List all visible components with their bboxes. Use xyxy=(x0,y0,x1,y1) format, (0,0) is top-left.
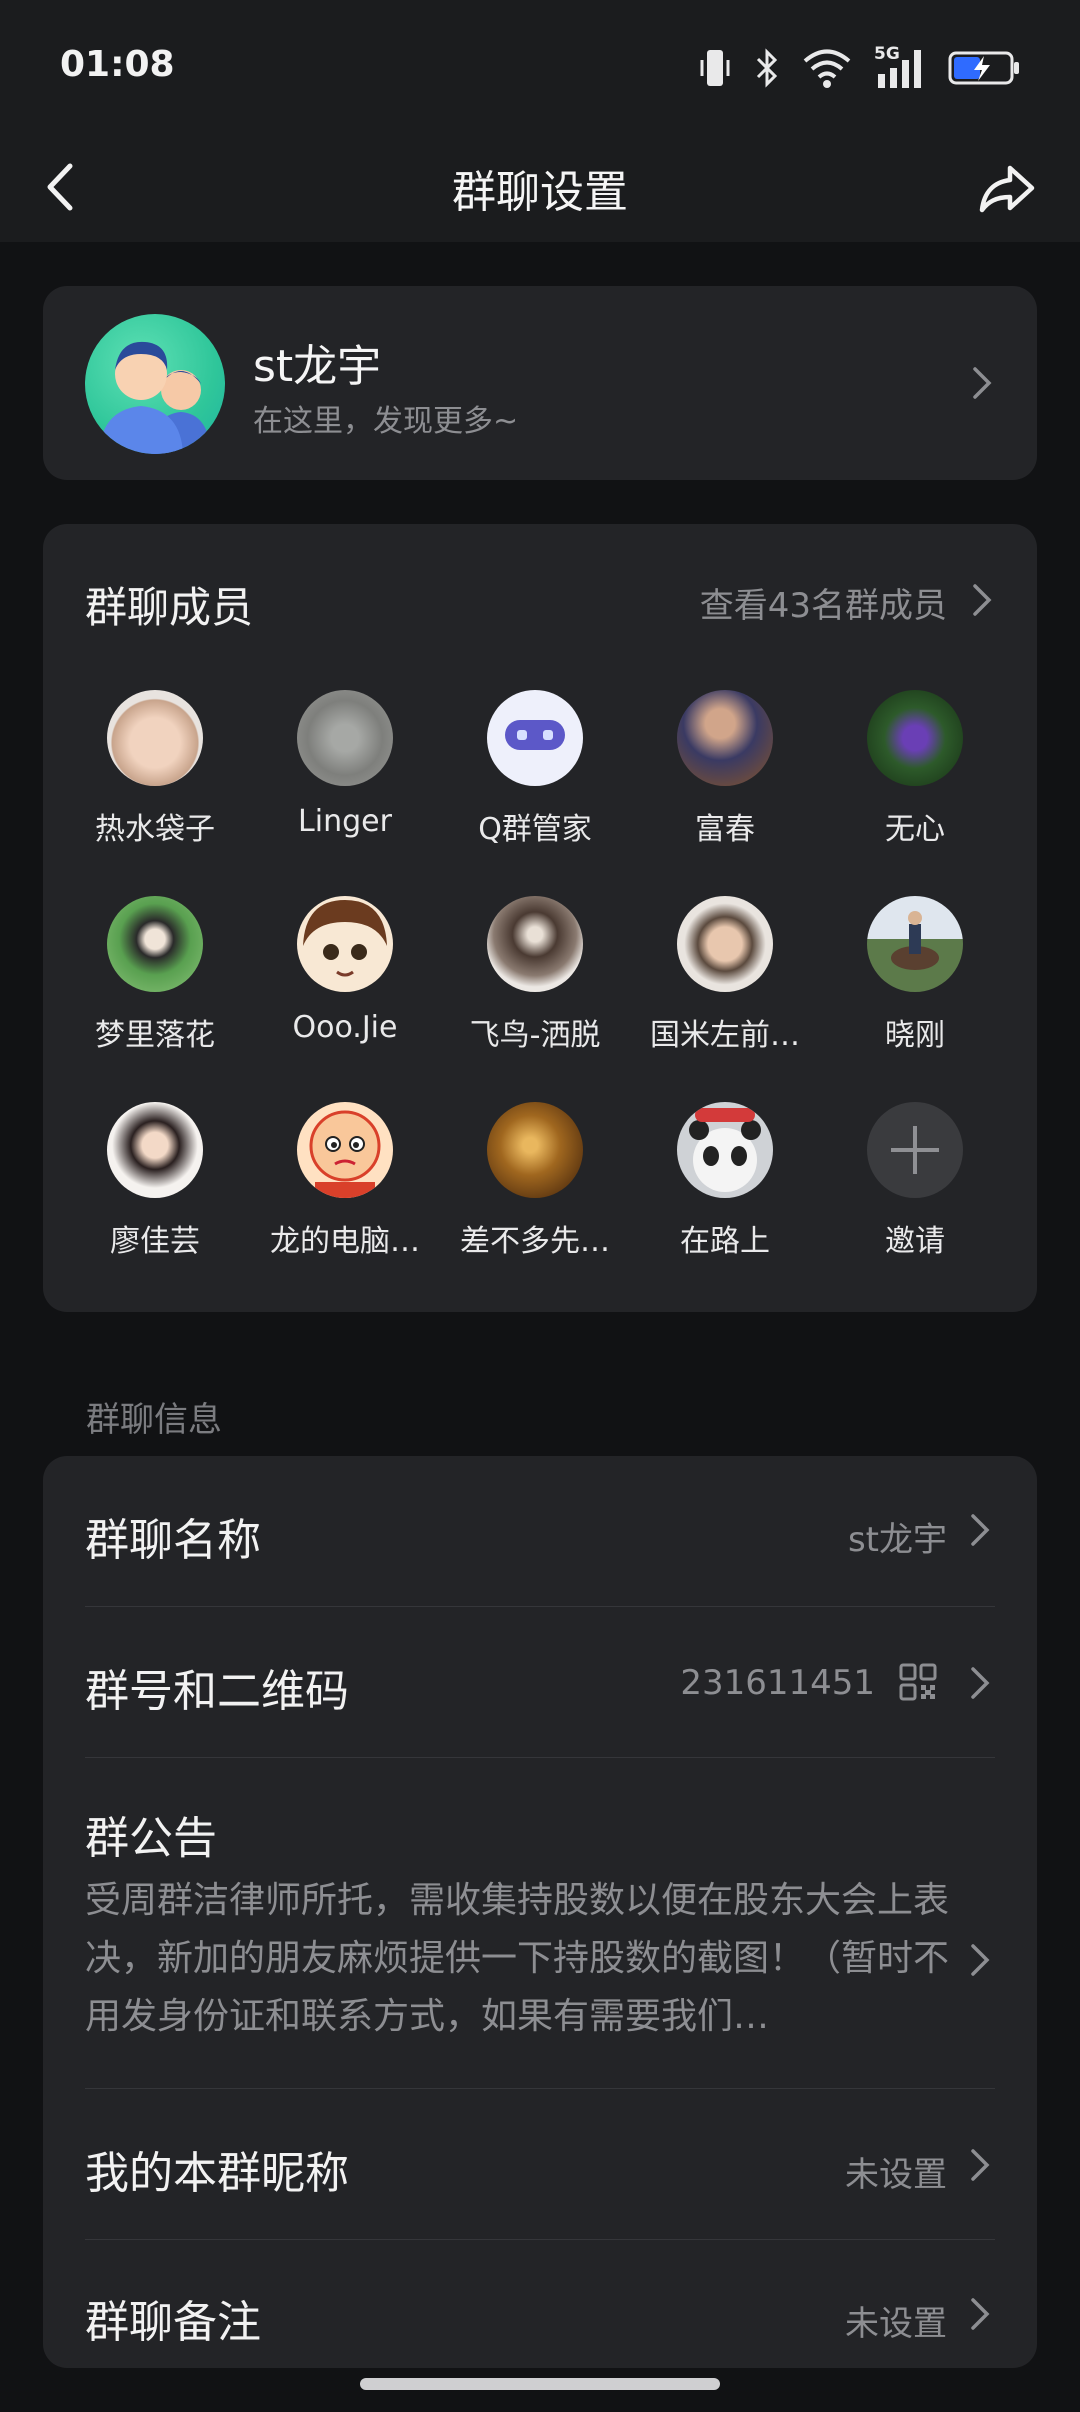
member-avatar xyxy=(107,690,203,786)
members-title: 群聊成员 xyxy=(85,583,254,632)
signal-5g-icon: 5G xyxy=(874,44,926,90)
member-name: 在路上 xyxy=(680,1224,770,1259)
member-item[interactable]: 热水袋子 xyxy=(60,690,250,848)
chevron-right-icon xyxy=(971,1944,990,1976)
member-avatar xyxy=(677,896,773,992)
member-name: 无心 xyxy=(885,812,945,847)
member-item[interactable]: 国米左前… xyxy=(630,896,820,1054)
group-id-row[interactable]: 群号和二维码 231611451 xyxy=(85,1607,995,1757)
group-name-value: st龙宇 xyxy=(847,1520,947,1560)
member-avatar xyxy=(297,896,393,992)
member-item[interactable]: 差不多先… xyxy=(440,1102,630,1260)
group-notice-label: 群公告 xyxy=(85,1813,217,1864)
battery-charging-icon xyxy=(948,51,1019,85)
status-icons: 5G xyxy=(698,44,1020,90)
member-item[interactable]: 富春 xyxy=(630,690,820,848)
qr-code-icon xyxy=(899,1663,937,1701)
status-bar: 01:08 5G xyxy=(0,0,1080,130)
member-name: 热水袋子 xyxy=(95,812,215,847)
group-remark-label: 群聊备注 xyxy=(85,2297,261,2348)
group-remark-value: 未设置 xyxy=(845,2304,947,2344)
member-avatar xyxy=(867,690,963,786)
home-indicator[interactable] xyxy=(360,2378,720,2390)
chevron-right-icon xyxy=(971,2298,990,2330)
member-avatar xyxy=(487,1102,583,1198)
member-item[interactable]: 在路上 xyxy=(630,1102,820,1260)
member-item[interactable]: 廖佳芸 xyxy=(60,1102,250,1260)
chevron-right-icon[interactable] xyxy=(967,578,997,622)
member-name: 梦里落花 xyxy=(95,1018,215,1053)
member-avatar xyxy=(107,1102,203,1198)
view-all-members-link[interactable]: 查看43名群成员 xyxy=(700,578,947,627)
group-name-row[interactable]: 群聊名称 st龙宇 xyxy=(85,1456,995,1606)
member-item[interactable]: 龙的电脑… xyxy=(250,1102,440,1260)
group-notice-text: 受周群洁律师所托，需收集持股数以便在股东大会上表决，新加的朋友麻烦提供一下持股数… xyxy=(85,1880,950,2037)
chevron-right-icon xyxy=(971,1667,990,1699)
member-name: 晓刚 xyxy=(885,1018,945,1053)
group-id-value: 231611451 xyxy=(680,1663,875,1703)
member-avatar xyxy=(107,896,203,992)
group-notice-row[interactable]: 群公告 受周群洁律师所托，需收集持股数以便在股东大会上表决，新加的朋友麻烦提供一… xyxy=(85,1758,995,2088)
member-name: 国米左前… xyxy=(650,1018,800,1053)
member-avatar xyxy=(297,690,393,786)
member-avatar xyxy=(677,1102,773,1198)
member-name: Ooo.Jie xyxy=(292,1010,398,1045)
member-name: 飞鸟-洒脱 xyxy=(469,1018,601,1053)
member-item[interactable]: Ooo.Jie xyxy=(250,896,440,1045)
member-avatar xyxy=(677,690,773,786)
member-name: 廖佳芸 xyxy=(110,1224,200,1259)
invite-member-button[interactable]: 邀请 xyxy=(820,1102,1010,1260)
member-item[interactable]: Q群管家 xyxy=(440,690,630,848)
bluetooth-icon xyxy=(756,48,778,88)
member-name: 龙的电脑… xyxy=(270,1224,420,1259)
share-button[interactable] xyxy=(970,150,1046,226)
member-name: Linger xyxy=(298,804,392,839)
chevron-right-icon xyxy=(973,367,992,399)
member-item[interactable]: 飞鸟-洒脱 xyxy=(440,896,630,1054)
member-item[interactable]: 无心 xyxy=(820,690,1010,848)
group-subtitle: 在这里，发现更多~ xyxy=(253,404,519,439)
member-name: 富春 xyxy=(695,812,755,847)
section-label-group-info: 群聊信息 xyxy=(86,1400,222,1440)
member-item[interactable]: 晓刚 xyxy=(820,896,1010,1054)
member-item[interactable]: 梦里落花 xyxy=(60,896,250,1054)
wifi-icon xyxy=(803,49,851,88)
member-name: 差不多先… xyxy=(460,1224,610,1259)
member-name: Q群管家 xyxy=(478,812,592,847)
group-info-card: 群聊名称 st龙宇 群号和二维码 231611451 群公告 受周群洁律师所托，… xyxy=(43,1456,1037,2368)
group-profile-card[interactable]: st龙宇 在这里，发现更多~ xyxy=(43,286,1037,480)
group-remark-row[interactable]: 群聊备注 未设置 xyxy=(85,2240,995,2368)
invite-label: 邀请 xyxy=(885,1224,945,1259)
group-id-label: 群号和二维码 xyxy=(85,1666,349,1717)
vibrate-icon xyxy=(700,50,730,86)
member-item[interactable]: Linger xyxy=(250,690,440,839)
my-nickname-label: 我的本群昵称 xyxy=(85,2148,349,2199)
group-members-card: 群聊成员 查看43名群成员 热水袋子 Linger Q群管家 富春 无心 梦里落… xyxy=(43,524,1037,1312)
group-name: st龙宇 xyxy=(253,341,382,392)
status-time: 01:08 xyxy=(60,44,175,85)
chevron-right-icon xyxy=(971,2149,990,2181)
my-nickname-value: 未设置 xyxy=(845,2155,947,2195)
member-avatar xyxy=(297,1102,393,1198)
page-title: 群聊设置 xyxy=(452,167,628,218)
member-avatar xyxy=(867,896,963,992)
group-name-label: 群聊名称 xyxy=(85,1515,261,1566)
plus-icon xyxy=(867,1102,963,1198)
group-avatar[interactable] xyxy=(85,314,225,454)
nav-bar: 群聊设置 xyxy=(0,130,1080,242)
member-avatar xyxy=(487,896,583,992)
member-avatar xyxy=(487,690,583,786)
chevron-right-icon xyxy=(971,1514,990,1546)
my-nickname-row[interactable]: 我的本群昵称 未设置 xyxy=(85,2089,995,2239)
